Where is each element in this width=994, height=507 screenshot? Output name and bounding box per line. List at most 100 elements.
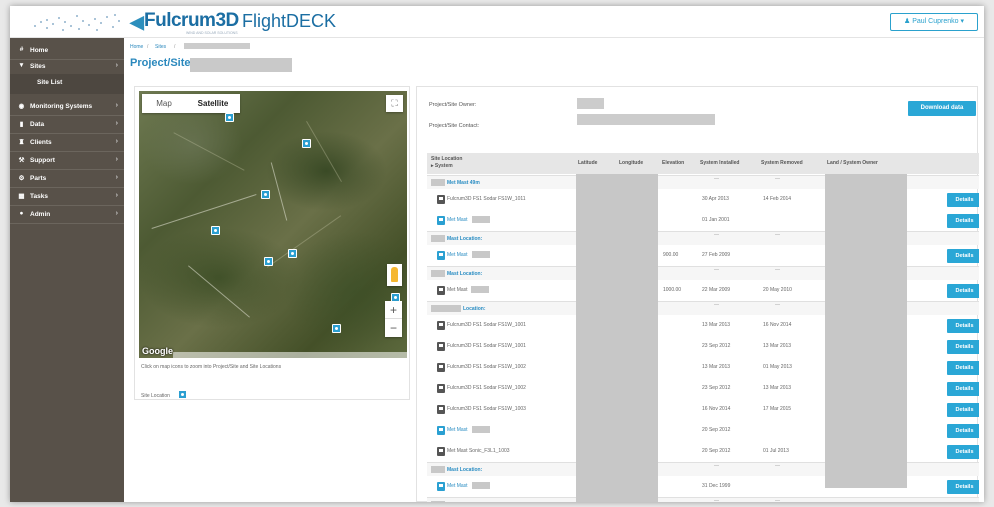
system-name-link[interactable]: Fulcrum3D FS1 Sodar FS1W_1003: [447, 406, 526, 412]
app-header: ◀ Fulcrum3D WIND AND SOLAR SOLUTIONS Fli…: [10, 6, 984, 38]
admin-icon: ●: [19, 210, 24, 217]
details-button[interactable]: Details: [947, 382, 979, 396]
chevron-right-icon: ›: [115, 120, 118, 127]
system-name-link[interactable]: Met Mast: [447, 287, 468, 293]
contact-label: Project/Site Contact:: [429, 123, 480, 129]
decorative-dot: [76, 15, 78, 17]
empty-value: —: [775, 302, 780, 308]
empty-value: —: [714, 267, 719, 273]
download-data-button[interactable]: Download data: [908, 101, 976, 116]
sidebar-item-label: Support: [30, 157, 55, 164]
sidebar-item-label: Site List: [37, 79, 63, 86]
data-icon: ▮: [19, 121, 24, 128]
land-owner-redacted-column: [825, 174, 907, 488]
decorative-dot: [40, 21, 42, 23]
map-road: [270, 162, 288, 221]
met-mast-icon: [437, 482, 445, 491]
zoom-in-button[interactable]: +: [385, 301, 402, 319]
site-location-marker[interactable]: [288, 249, 297, 258]
details-button[interactable]: Details: [947, 480, 979, 494]
details-button[interactable]: Details: [947, 249, 979, 263]
column-header-system-removed: System Removed: [761, 160, 803, 166]
empty-value: —: [714, 232, 719, 238]
column-header-system[interactable]: ▸ System: [431, 163, 453, 169]
empty-value: —: [714, 463, 719, 469]
fullscreen-icon[interactable]: ⛶: [386, 95, 403, 112]
site-location-link[interactable]: Mast Location:: [447, 236, 482, 242]
details-button[interactable]: Details: [947, 319, 979, 333]
sidebar-item-tasks[interactable]: ▦ Tasks ›: [10, 188, 124, 205]
sidebar-item-label: Monitoring Systems: [30, 103, 93, 110]
sodar-system-icon: [437, 342, 445, 351]
details-button[interactable]: Details: [947, 403, 979, 417]
breadcrumb-separator: /: [147, 44, 149, 50]
map-type-satellite-button[interactable]: Satellite: [186, 94, 240, 113]
site-location-link[interactable]: Met Mast 49m: [447, 180, 480, 186]
location-name-redacted: [431, 466, 445, 473]
user-menu-button[interactable]: ♟ Paul Cuprenko ▾: [890, 13, 978, 31]
system-name-link[interactable]: Fulcrum3D FS1 Sodar FS1W_1001: [447, 322, 526, 328]
map-type-map-button[interactable]: Map: [142, 94, 186, 113]
google-logo: Google: [142, 346, 173, 356]
sidebar-item-support[interactable]: ⚒ Support ›: [10, 152, 124, 169]
site-location-marker[interactable]: [332, 324, 341, 333]
system-name-link[interactable]: Met Mast: [447, 427, 468, 433]
sidebar-item-site-list[interactable]: Site List: [10, 74, 124, 94]
breadcrumb-separator: /: [174, 44, 176, 50]
system-name-link[interactable]: Met Mast Sonic_F3L1_1003: [447, 448, 510, 454]
site-location-marker[interactable]: [264, 257, 273, 266]
chevron-right-icon: ›: [115, 102, 118, 109]
details-button[interactable]: Details: [947, 214, 979, 228]
decorative-dot-pattern: [32, 11, 124, 33]
site-location-link[interactable]: Mast Location:: [447, 467, 482, 473]
street-view-pegman-icon[interactable]: [387, 264, 402, 286]
system-name-link[interactable]: Met Mast: [447, 252, 468, 258]
decorative-dot: [114, 14, 116, 16]
site-location-marker[interactable]: [225, 113, 234, 122]
details-button[interactable]: Details: [947, 361, 979, 375]
site-location-marker[interactable]: [261, 190, 270, 199]
details-button[interactable]: Details: [947, 193, 979, 207]
breadcrumb-home-link[interactable]: Home: [130, 44, 143, 50]
breadcrumb-sites-link[interactable]: Sites: [155, 44, 166, 50]
system-name-link[interactable]: Fulcrum3D FS1 Sodar FS1W_1002: [447, 364, 526, 370]
chevron-right-icon: ›: [115, 156, 118, 163]
details-button[interactable]: Details: [947, 284, 979, 298]
decorative-dot: [70, 25, 72, 27]
sidebar-item-sites[interactable]: ▼ Sites ›: [10, 58, 124, 75]
details-button[interactable]: Details: [947, 424, 979, 438]
site-location-link[interactable]: Mast Location:: [447, 271, 482, 277]
sidebar-item-data[interactable]: ▮ Data ›: [10, 116, 124, 133]
system-name-link[interactable]: Met Mast: [447, 217, 468, 223]
satellite-map[interactable]: Map Satellite ⛶ + − Google: [139, 91, 407, 358]
sidebar-divider: [10, 223, 124, 224]
chevron-right-icon: ›: [115, 192, 118, 199]
monitoring-systems-icon: ◉: [18, 103, 25, 110]
sidebar-item-admin[interactable]: ● Admin ›: [10, 206, 124, 223]
location-name-redacted: [431, 305, 461, 312]
sidebar-item-clients[interactable]: ♜ Clients ›: [10, 134, 124, 151]
clients-icon: ♜: [18, 139, 25, 146]
sidebar-item-home[interactable]: # Home: [10, 42, 124, 59]
details-button[interactable]: Details: [947, 340, 979, 354]
system-name-redacted: [472, 426, 490, 433]
map-attribution-bar: [173, 352, 407, 358]
system-name-link[interactable]: Fulcrum3D FS1 Sodar FS1W_1001: [447, 343, 526, 349]
site-location-marker[interactable]: [211, 226, 220, 235]
sidebar-item-label: Data: [30, 121, 45, 128]
zoom-out-button[interactable]: −: [385, 319, 402, 337]
site-location-link[interactable]: Location:: [463, 306, 486, 312]
sodar-system-icon: [437, 286, 445, 295]
sidebar-item-parts[interactable]: ⚙ Parts ›: [10, 170, 124, 187]
table-header: Site Location ▸ System Latitude Longitud…: [427, 153, 979, 174]
system-name-link[interactable]: Fulcrum3D FS1 Sodar FS1W_1011: [447, 196, 526, 202]
installed-date: 22 Mar 2009: [702, 287, 731, 293]
details-button[interactable]: Details: [947, 445, 979, 459]
removed-date: 13 Mar 2013: [763, 385, 792, 391]
decorative-dot: [64, 21, 66, 23]
system-name-link[interactable]: Met Mast: [447, 483, 468, 489]
system-name-link[interactable]: Fulcrum3D FS1 Sodar FS1W_1002: [447, 385, 526, 391]
installed-date: 23 Sep 2012: [702, 385, 731, 391]
site-location-marker[interactable]: [302, 139, 311, 148]
sidebar-item-monitoring-systems[interactable]: ◉ Monitoring Systems ›: [10, 98, 124, 115]
